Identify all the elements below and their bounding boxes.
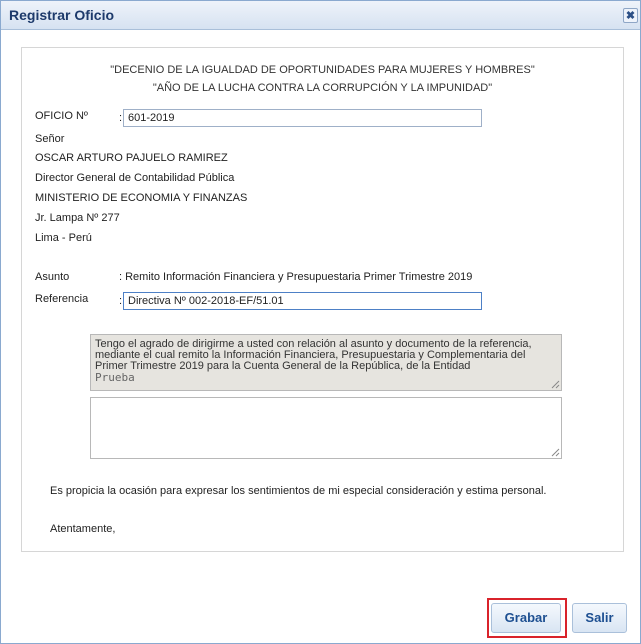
- body-textarea[interactable]: Tengo el agrado de dirigirme a usted con…: [90, 334, 562, 391]
- letter-panel: "DECENIO DE LA IGUALDAD DE OPORTUNIDADES…: [21, 47, 624, 552]
- oficio-label: OFICIO Nº: [35, 110, 88, 122]
- recipient-name: OSCAR ARTURO PAJUELO RAMIREZ: [35, 152, 228, 164]
- recipient-address: Jr. Lampa Nº 277: [35, 212, 120, 224]
- entity-name: Prueba: [95, 371, 135, 384]
- oficio-number-input[interactable]: [123, 109, 482, 127]
- year-header: "AÑO DE LA LUCHA CONTRA LA CORRUPCIÓN Y …: [152, 82, 493, 94]
- signoff: Atentamente,: [50, 523, 116, 535]
- close-icon[interactable]: ✖: [623, 8, 638, 23]
- dialog-title: Registrar Oficio: [9, 7, 115, 23]
- oficio-colon: :: [119, 112, 123, 124]
- asunto-value: : Remito Información Financiera y Presup…: [119, 271, 473, 283]
- referencia-label: Referencia: [35, 293, 89, 305]
- recipient-city: Lima - Perú: [35, 232, 92, 244]
- resize-grip-icon[interactable]: [551, 448, 560, 457]
- body-paragraph: Tengo el agrado de dirigirme a usted con…: [95, 338, 532, 372]
- registrar-oficio-dialog: Registrar Oficio ✖ "DECENIO DE LA IGUALD…: [0, 0, 641, 644]
- referencia-input[interactable]: [123, 292, 482, 310]
- grabar-highlight-box: [487, 598, 567, 638]
- referencia-colon: :: [119, 295, 123, 307]
- salir-button[interactable]: Salir: [572, 603, 627, 633]
- additional-textarea[interactable]: [90, 397, 562, 459]
- closing-sentence: Es propicia la ocasión para expresar los…: [50, 485, 547, 497]
- decenio-header: "DECENIO DE LA IGUALDAD DE OPORTUNIDADES…: [110, 64, 535, 76]
- dialog-titlebar: Registrar Oficio ✖: [1, 1, 640, 30]
- asunto-label: Asunto: [35, 271, 70, 283]
- recipient-ministry: MINISTERIO DE ECONOMIA Y FINANZAS: [35, 192, 248, 204]
- resize-grip-icon[interactable]: [551, 380, 560, 389]
- recipient-position: Director General de Contabilidad Pública: [35, 172, 235, 184]
- salutation: Señor: [35, 133, 65, 145]
